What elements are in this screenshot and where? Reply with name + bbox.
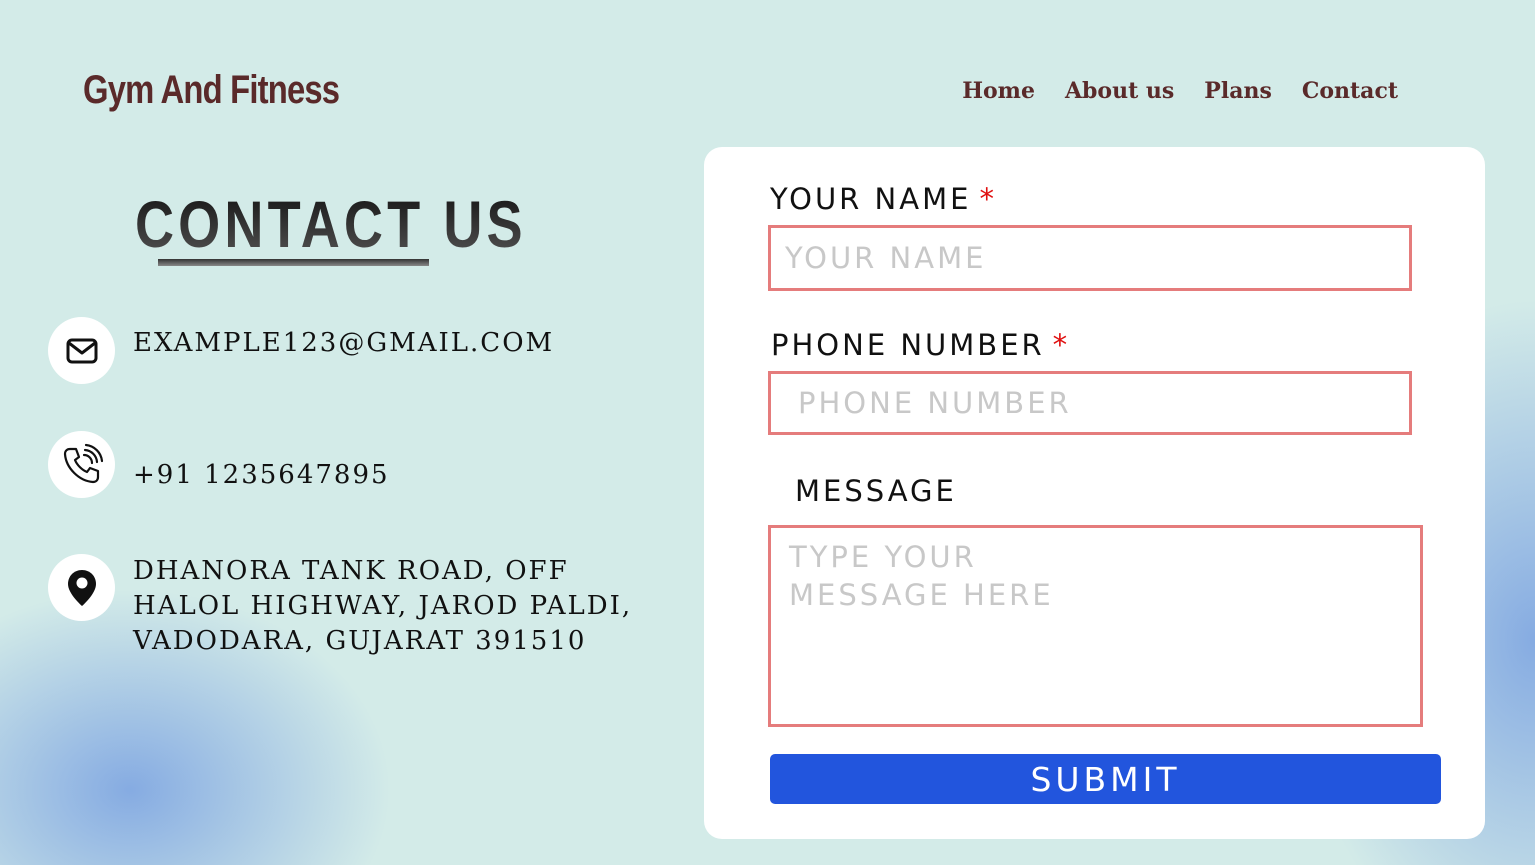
phone-input[interactable] xyxy=(768,371,1412,435)
nav-home[interactable]: Home xyxy=(962,78,1035,104)
address-line-2: HALOL HIGHWAY, JAROD PALDI, xyxy=(133,591,633,621)
contact-form: YOUR NAME* PHONE NUMBER* MESSAGE SUBMIT xyxy=(704,147,1485,839)
required-mark: * xyxy=(1052,328,1071,362)
message-textarea[interactable] xyxy=(768,525,1423,727)
title-underline xyxy=(158,259,429,266)
message-label: MESSAGE xyxy=(795,474,957,508)
main-nav: Home About us Plans Contact xyxy=(962,78,1398,104)
brand-logo[interactable]: Gym And Fitness xyxy=(83,68,340,113)
nav-about-us[interactable]: About us xyxy=(1065,78,1174,104)
phone-label: PHONE NUMBER * xyxy=(771,328,1070,362)
address-line-3: VADODARA, GUJARAT 391510 xyxy=(133,626,587,656)
required-mark: * xyxy=(979,182,997,216)
location-pin-icon xyxy=(48,554,115,621)
submit-button[interactable]: SUBMIT xyxy=(770,754,1441,804)
contact-title: CONTACT US xyxy=(135,187,527,261)
phone-label-text: PHONE NUMBER xyxy=(771,328,1045,362)
name-label: YOUR NAME * xyxy=(770,182,997,216)
nav-contact[interactable]: Contact xyxy=(1302,78,1398,104)
nav-plans[interactable]: Plans xyxy=(1204,78,1272,104)
contact-address: DHANORA TANK ROAD, OFF HALOL HIGHWAY, JA… xyxy=(133,554,632,659)
mail-icon xyxy=(48,317,115,384)
contact-phone[interactable]: +91 1235647895 xyxy=(133,458,390,493)
phone-icon xyxy=(48,431,115,498)
address-line-1: DHANORA TANK ROAD, OFF xyxy=(133,556,569,586)
name-label-text: YOUR NAME xyxy=(770,182,972,216)
contact-email[interactable]: EXAMPLE123@GMAIL.COM xyxy=(133,326,554,361)
name-input[interactable] xyxy=(768,225,1412,291)
